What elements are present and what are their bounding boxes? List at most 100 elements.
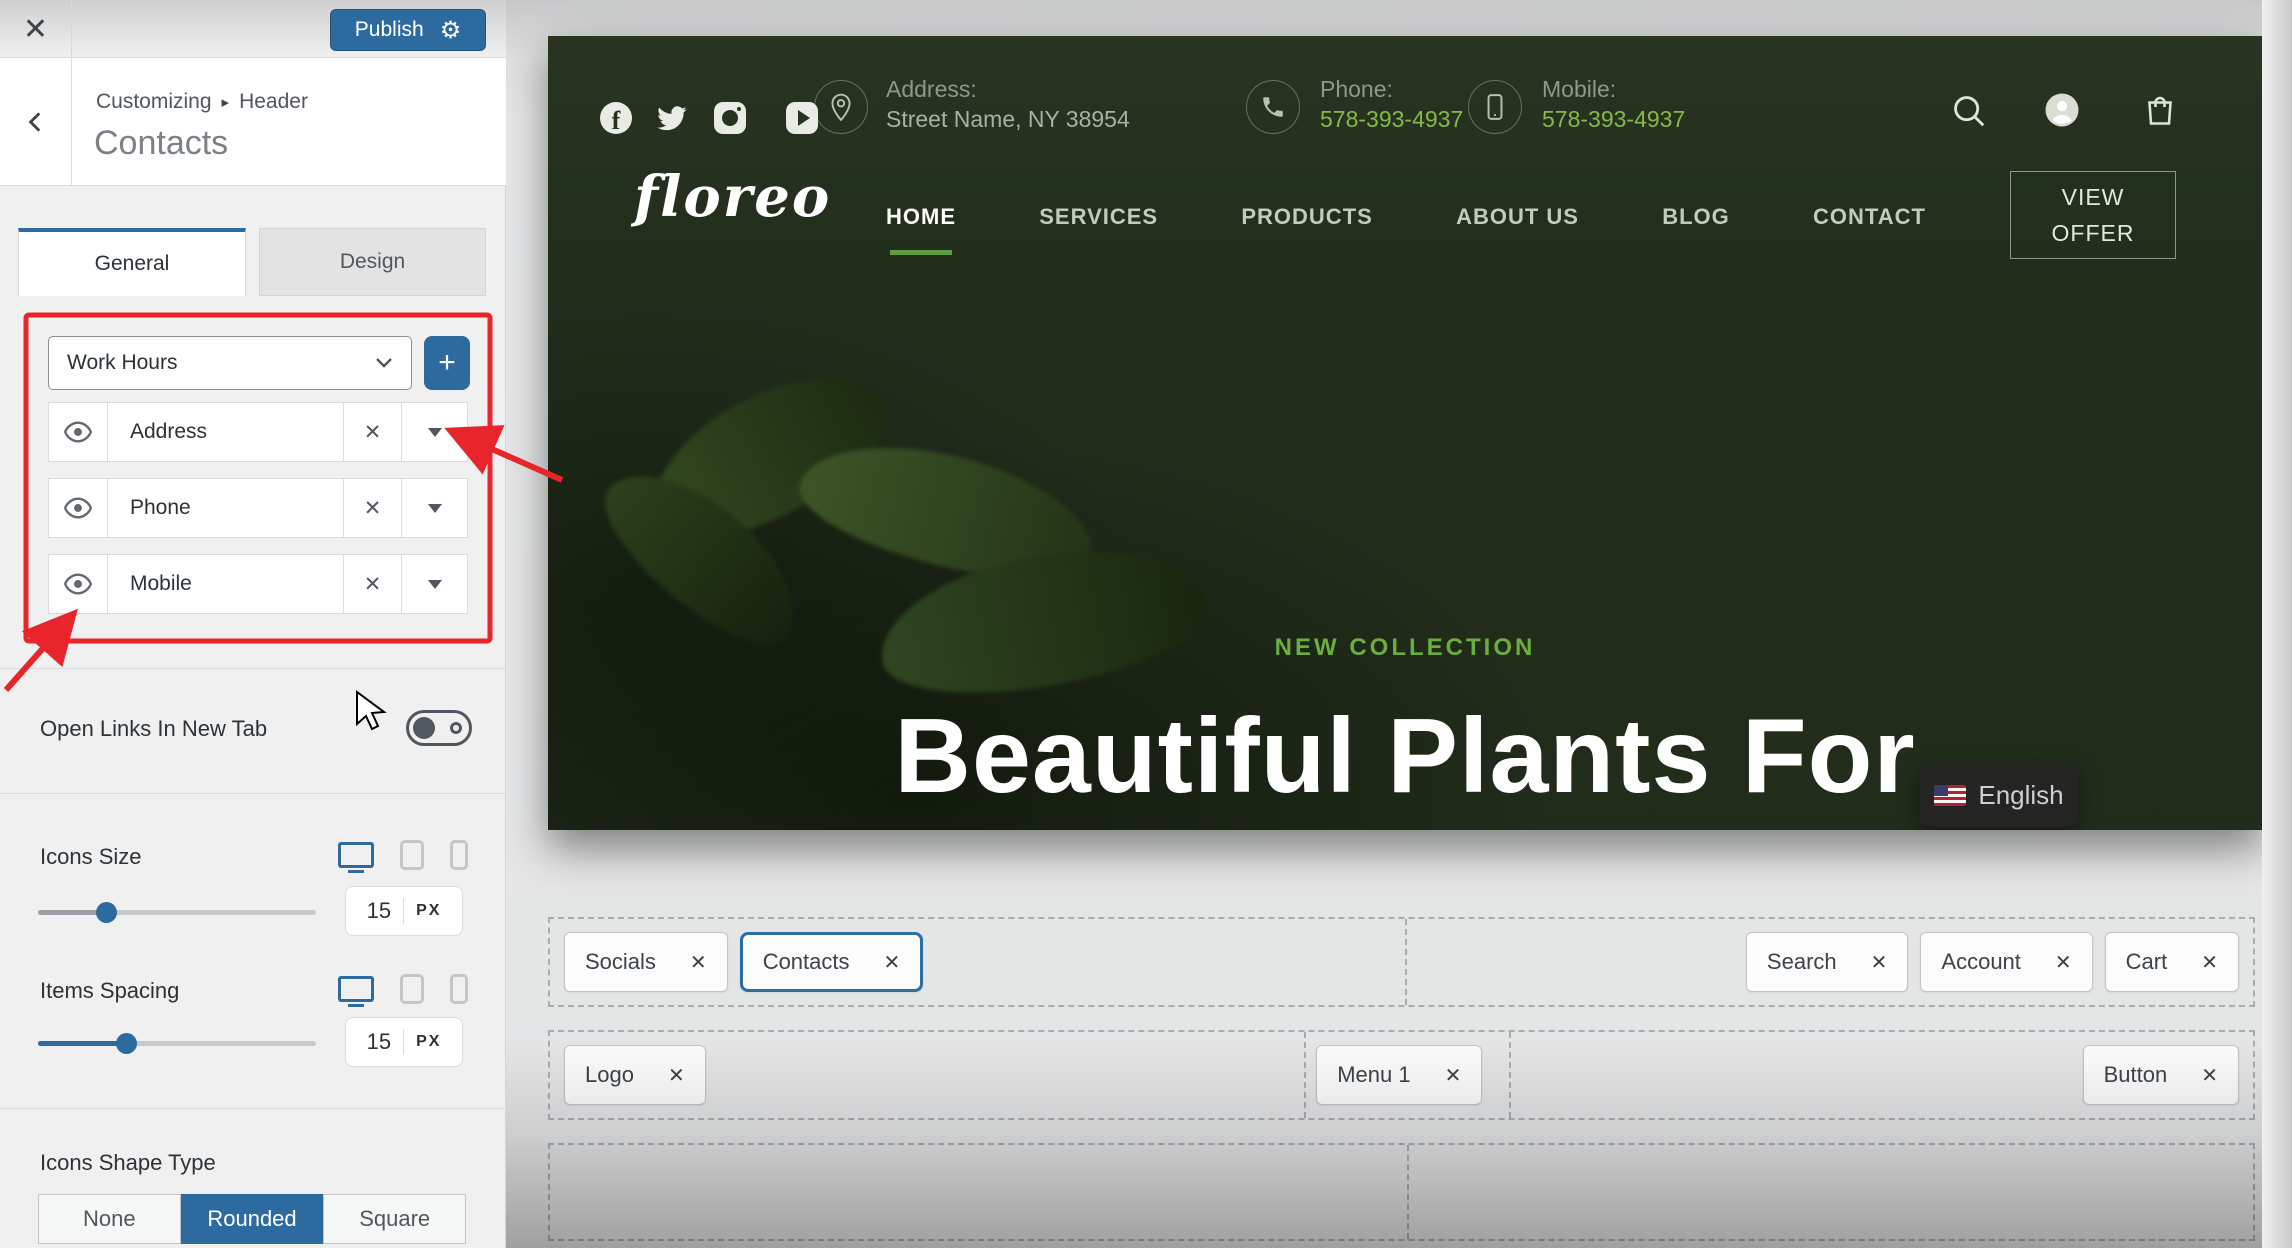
builder-row-top: Socials ✕ Contacts ✕ Search ✕ Account ✕ Cart… (548, 917, 2255, 1007)
instagram-icon[interactable] (714, 102, 746, 134)
open-links-toggle[interactable] (406, 710, 472, 746)
chevron-left-icon (28, 112, 40, 132)
publish-button[interactable]: Publish ⚙ (330, 9, 486, 51)
facebook-icon[interactable]: f (600, 102, 632, 134)
phone-icon[interactable] (450, 974, 468, 1004)
customizer-sidebar: ✕ Publish ⚙ Customizing ▸ Header Contact… (0, 0, 506, 1248)
expand-item-button[interactable] (402, 402, 468, 462)
menu-item-products[interactable]: PRODUCTS (1241, 204, 1372, 230)
close-icon[interactable]: ✕ (884, 950, 901, 975)
contact-item-label[interactable]: Phone (108, 478, 344, 538)
site-preview: f Address: Street Name, NY 38954 Phone: … (548, 36, 2262, 830)
view-offer-button[interactable]: VIEW OFFER (2010, 171, 2176, 259)
items-spacing-value[interactable]: 15 PX (345, 1017, 463, 1067)
topbar-address: Address: Street Name, NY 38954 (886, 74, 1130, 134)
expand-item-button[interactable] (402, 554, 468, 614)
mobile-value[interactable]: 578-393-4937 (1542, 104, 1685, 134)
add-contact-button[interactable]: + (424, 336, 470, 390)
builder-cell-top-right[interactable]: Search ✕ Account ✕ Cart ✕ (1403, 919, 2253, 1005)
tab-general[interactable]: General (18, 228, 246, 296)
builder-cell-main-center[interactable]: Menu 1 ✕ (1302, 1032, 1507, 1118)
topbar-phone: Phone: 578-393-4937 (1320, 74, 1463, 134)
builder-cell-main-right[interactable]: Button ✕ (1507, 1032, 2253, 1118)
close-icon[interactable]: ✕ (2201, 1063, 2218, 1088)
close-icon[interactable]: ✕ (668, 1063, 685, 1088)
mobile-label: Mobile: (1542, 76, 1617, 102)
builder-cell-main-left[interactable]: Logo ✕ (550, 1032, 1302, 1118)
remove-item-button[interactable]: ✕ (344, 402, 402, 462)
menu-item-home[interactable]: HOME (886, 204, 956, 255)
close-icon[interactable]: ✕ (2055, 950, 2072, 975)
twitter-icon[interactable] (656, 106, 688, 133)
menu-item-services[interactable]: SERVICES (1039, 204, 1158, 230)
contact-item-label[interactable]: Address (108, 402, 344, 462)
responsive-switcher (338, 840, 468, 873)
icons-size-value[interactable]: 15 PX (345, 886, 463, 936)
visibility-eye-icon[interactable] (48, 478, 108, 538)
account-icon[interactable] (2044, 92, 2080, 133)
close-icon: ✕ (363, 420, 382, 444)
tab-design[interactable]: Design (259, 228, 486, 296)
builder-chip-logo[interactable]: Logo ✕ (564, 1045, 706, 1105)
phone-label: Phone: (1320, 76, 1393, 102)
address-value: Street Name, NY 38954 (886, 106, 1130, 132)
menu-item-blog[interactable]: BLOG (1662, 204, 1730, 230)
visibility-eye-icon[interactable] (48, 554, 108, 614)
close-icon[interactable]: ✕ (1445, 1063, 1462, 1088)
desktop-icon[interactable] (338, 976, 374, 1007)
phone-value[interactable]: 578-393-4937 (1320, 104, 1463, 134)
builder-chip-search[interactable]: Search ✕ (1745, 932, 1909, 992)
tablet-icon[interactable] (400, 974, 424, 1004)
builder-chip-button[interactable]: Button ✕ (2082, 1045, 2239, 1105)
contact-type-select[interactable]: Work Hours (48, 336, 412, 390)
builder-cell-bottom-left[interactable] (550, 1145, 1405, 1239)
slider-handle[interactable] (96, 902, 117, 923)
visibility-eye-icon[interactable] (48, 402, 108, 462)
expand-item-button[interactable] (402, 478, 468, 538)
shape-option-none[interactable]: None (38, 1194, 181, 1244)
builder-cell-bottom-right[interactable] (1405, 1145, 2253, 1239)
shape-option-rounded[interactable]: Rounded (180, 1194, 324, 1244)
divider (0, 793, 506, 794)
builder-chip-account[interactable]: Account ✕ (1920, 932, 2093, 992)
desktop-icon[interactable] (338, 842, 374, 873)
search-icon[interactable] (1950, 92, 1988, 135)
builder-chip-socials[interactable]: Socials ✕ (564, 932, 728, 992)
close-icon[interactable]: ✕ (1871, 950, 1888, 975)
cart-icon[interactable] (2142, 92, 2178, 133)
close-customizer-button[interactable]: ✕ (0, 0, 72, 58)
site-logo[interactable]: floreo (634, 164, 831, 230)
builder-chip-cart[interactable]: Cart ✕ (2104, 932, 2239, 992)
menu-item-about-us[interactable]: ABOUT US (1456, 204, 1579, 230)
slider-handle[interactable] (116, 1033, 137, 1054)
close-icon[interactable]: ✕ (690, 950, 707, 975)
divider (0, 1108, 506, 1109)
mobile-icon (1468, 80, 1522, 134)
language-switcher[interactable]: English (1920, 763, 2078, 827)
remove-item-button[interactable]: ✕ (344, 554, 402, 614)
preview-scroll-gutter[interactable] (2262, 0, 2292, 1248)
close-icon[interactable]: ✕ (2201, 950, 2218, 975)
tablet-icon[interactable] (400, 840, 424, 870)
remove-item-button[interactable]: ✕ (344, 478, 402, 538)
close-icon: ✕ (363, 496, 382, 520)
back-button[interactable] (0, 58, 72, 186)
gear-icon[interactable]: ⚙ (440, 18, 462, 42)
caret-down-icon (427, 503, 442, 513)
builder-chip-contacts[interactable]: Contacts ✕ (739, 932, 924, 992)
shape-option-square[interactable]: Square (323, 1194, 467, 1244)
builder-chip-menu-1[interactable]: Menu 1 ✕ (1316, 1045, 1483, 1105)
breadcrumb: Customizing ▸ Header (96, 90, 308, 113)
repeater-row-phone: Phone ✕ (48, 478, 468, 538)
divider (0, 668, 506, 669)
breadcrumb-separator-icon: ▸ (221, 94, 230, 111)
builder-row-bottom (548, 1143, 2255, 1241)
caret-down-icon (427, 579, 442, 589)
builder-cell-top-left[interactable]: Socials ✕ Contacts ✕ (550, 919, 1403, 1005)
menu-item-contact[interactable]: CONTACT (1813, 204, 1926, 230)
items-spacing-slider[interactable] (38, 1033, 316, 1054)
address-label: Address: (886, 76, 977, 102)
icons-size-slider[interactable] (38, 902, 316, 923)
contact-item-label[interactable]: Mobile (108, 554, 344, 614)
phone-icon[interactable] (450, 840, 468, 870)
